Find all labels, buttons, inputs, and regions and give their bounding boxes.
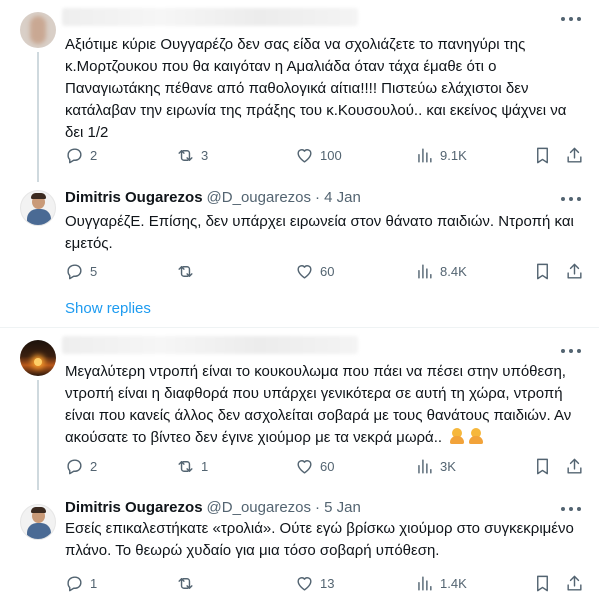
speech-bubble-icon — [67, 147, 82, 163]
repost-arrows-icon — [178, 149, 193, 161]
tweet-3[interactable]: Μεγαλύτερη ντροπή είναι το κουκουλωμα πο… — [0, 328, 599, 490]
author-row: Dimitris Ougarezos @D_ougarezos · 4 Jan — [65, 189, 361, 206]
share-button[interactable] — [565, 573, 584, 593]
tweet-actions: 2 3 100 9.1K — [65, 145, 585, 165]
repost-button[interactable]: 1 — [176, 456, 208, 476]
bar-chart-icon — [418, 458, 432, 474]
repost-button[interactable]: 3 — [176, 145, 208, 165]
reply-button[interactable]: 1 — [65, 573, 97, 593]
like-count: 60 — [320, 458, 335, 474]
share-button[interactable] — [565, 145, 584, 165]
author-handle[interactable]: @D_ougarezos — [207, 499, 311, 516]
tweet-4[interactable]: Dimitris Ougarezos @D_ougarezos · 5 Jan Εσ… — [0, 486, 599, 606]
author-name[interactable]: Dimitris Ougarezos — [65, 499, 203, 516]
reply-count: 5 — [90, 263, 98, 279]
tweet-text: Εσείς επικαλεστήκατε «τρολιά». Ούτε εγώ … — [65, 520, 574, 559]
bar-chart-icon — [418, 575, 432, 591]
tweet-actions: 5 60 8.4K — [65, 261, 585, 281]
reply-button[interactable]: 5 — [65, 261, 97, 281]
reply-count: 2 — [90, 147, 98, 163]
bookmark-icon — [537, 147, 548, 163]
repost-arrows-icon — [178, 577, 193, 589]
bar-chart-icon — [418, 263, 432, 279]
more-options-button[interactable] — [561, 14, 581, 24]
tweet-text: Μεγαλύτερη ντροπή είναι το κουκουλωμα πο… — [65, 361, 585, 449]
bookmark-button[interactable] — [533, 261, 552, 281]
bookmark-button[interactable] — [533, 573, 552, 593]
author-name[interactable]: Dimitris Ougarezos — [65, 189, 203, 206]
tweet-actions: 1 13 1.4K — [65, 573, 585, 593]
reply-count: 2 — [90, 458, 98, 474]
bar-chart-icon — [418, 147, 432, 163]
avatar[interactable] — [20, 12, 56, 48]
share-button[interactable] — [565, 261, 584, 281]
views-count: 9.1K — [440, 147, 467, 163]
bookmark-button[interactable] — [533, 145, 552, 165]
bookmark-icon — [537, 458, 548, 474]
redacted-author — [62, 8, 358, 26]
like-count: 13 — [320, 575, 335, 591]
avatar[interactable] — [20, 340, 56, 376]
repost-button[interactable] — [176, 573, 201, 593]
views-count: 3K — [440, 458, 456, 474]
tweet-1[interactable]: Αξιότιμε κύριε Ουγγαρέζο δεν σας είδα να… — [0, 0, 599, 182]
author-row: Dimitris Ougarezos @D_ougarezos · 5 Jan — [65, 499, 361, 516]
show-replies-link[interactable]: Show replies — [65, 300, 151, 317]
like-button[interactable]: 100 — [295, 145, 342, 165]
heart-icon — [297, 459, 312, 474]
repost-button[interactable] — [176, 261, 201, 281]
heart-icon — [297, 576, 312, 591]
views-button[interactable]: 1.4K — [415, 573, 467, 593]
like-button[interactable]: 60 — [295, 261, 334, 281]
speech-bubble-icon — [67, 458, 82, 474]
tweet-actions: 2 1 60 3K — [65, 456, 585, 476]
like-count: 100 — [320, 147, 342, 163]
tweet-2[interactable]: Dimitris Ougarezos @D_ougarezos · 4 Jan Ου… — [0, 180, 599, 290]
views-button[interactable]: 3K — [415, 456, 456, 476]
like-button[interactable]: 60 — [295, 456, 334, 476]
views-button[interactable]: 9.1K — [415, 145, 467, 165]
heart-icon — [297, 264, 312, 279]
person-gesturing-emoji — [468, 428, 484, 444]
bookmark-icon — [537, 263, 548, 279]
tweet-text: Αξιότιμε κύριε Ουγγαρέζο δεν σας είδα να… — [65, 36, 567, 141]
share-button[interactable] — [565, 456, 584, 476]
bookmark-icon — [537, 575, 548, 591]
redacted-author — [62, 336, 358, 354]
share-upload-icon — [567, 263, 582, 279]
thread-line — [37, 52, 39, 182]
share-upload-icon — [567, 575, 582, 591]
person-gesturing-emoji — [449, 428, 465, 444]
thread-line — [37, 380, 39, 490]
reply-button[interactable]: 2 — [65, 145, 97, 165]
more-options-button[interactable] — [561, 346, 581, 356]
tweet-text-content: Μεγαλύτερη ντροπή είναι το κουκουλωμα πο… — [65, 363, 572, 446]
reply-button[interactable]: 2 — [65, 456, 97, 476]
reply-count: 1 — [90, 575, 98, 591]
like-button[interactable]: 13 — [295, 573, 334, 593]
views-count: 1.4K — [440, 575, 467, 591]
share-upload-icon — [567, 458, 582, 474]
author-handle[interactable]: @D_ougarezos — [207, 189, 311, 206]
repost-arrows-icon — [178, 460, 193, 472]
speech-bubble-icon — [67, 263, 82, 279]
views-count: 8.4K — [440, 263, 467, 279]
more-options-button[interactable] — [561, 194, 581, 204]
tweet-date[interactable]: · 5 Jan — [315, 499, 361, 516]
tweet-text: ΟυγγαρέζΕ. Επίσης, δεν υπάρχει ειρωνεία … — [65, 213, 574, 252]
heart-icon — [297, 148, 312, 163]
speech-bubble-icon — [67, 575, 82, 591]
repost-count: 3 — [201, 147, 209, 163]
like-count: 60 — [320, 263, 335, 279]
tweet-date[interactable]: · 4 Jan — [315, 189, 361, 206]
avatar[interactable] — [20, 504, 56, 540]
share-upload-icon — [567, 147, 582, 163]
avatar[interactable] — [20, 190, 56, 226]
repost-count: 1 — [201, 458, 209, 474]
repost-arrows-icon — [178, 265, 193, 277]
more-options-button[interactable] — [561, 504, 581, 514]
bookmark-button[interactable] — [533, 456, 552, 476]
views-button[interactable]: 8.4K — [415, 261, 467, 281]
